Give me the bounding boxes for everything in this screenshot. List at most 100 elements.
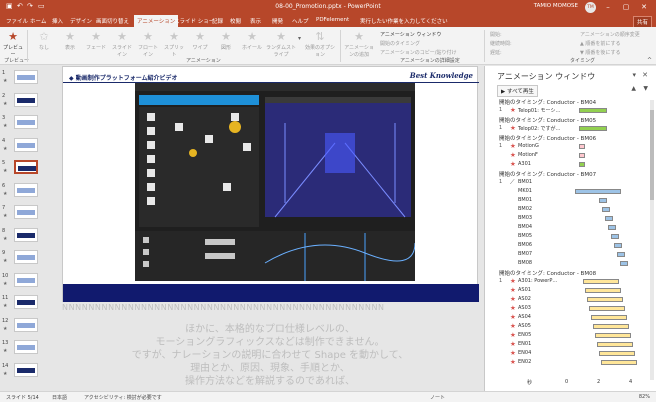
animation-pane-button[interactable]: アニメーション ウィンドウ [380,31,441,38]
trigger-group-label[interactable]: 開始のタイミング: Conductor - BM05 [499,116,596,124]
animation-item[interactable]: BM07 [499,251,649,259]
animation-split[interactable]: ★ スプリット [162,30,186,58]
tab-transitions[interactable]: 画面切り替え [96,17,129,25]
animation-item[interactable]: 1 ★ Telop01: モーシ… [499,106,649,115]
animation-item[interactable]: BM03 [499,215,649,223]
close-icon[interactable]: ✕ [638,2,650,13]
animation-item[interactable]: BM01 [499,197,649,205]
tab-review[interactable]: 校閲 [230,17,241,25]
timeline-bar[interactable] [587,297,623,302]
animation-item[interactable]: BM08 [499,260,649,268]
slide-thumbnail[interactable] [14,182,38,197]
timeline-bar[interactable] [617,252,625,257]
animation-fade[interactable]: ★ フェード [84,30,108,51]
animation-shape[interactable]: ★ 図形 [214,30,238,51]
tab-developer[interactable]: 開発 [272,17,283,25]
timeline-bar[interactable] [585,288,621,293]
tab-pdfelement[interactable]: PDFelement [316,17,349,23]
timeline-bar[interactable] [583,279,619,284]
move-down-icon[interactable]: ▼ [643,85,648,92]
preview-button[interactable]: ★ プレビュー [2,30,24,58]
slide-thumbnail[interactable] [14,317,38,332]
animation-item[interactable]: BM02 [499,206,649,214]
animation-item[interactable]: ★ EN04 [499,349,649,358]
animation-item[interactable]: BM05 [499,233,649,241]
timeline-bar[interactable] [593,324,629,329]
collapse-ribbon-icon[interactable]: ^ [647,57,652,64]
trigger-group-label[interactable]: 開始のタイミング: Conductor - BM07 [499,170,596,178]
animation-item[interactable]: BM04 [499,224,649,232]
timeline-bar[interactable] [599,198,607,203]
slide-body-line-5[interactable]: 操作方法などを解説するのであれば、 [62,372,478,387]
move-earlier-button[interactable]: ▲ 順番を前にする [580,40,621,47]
timeline-bar[interactable] [605,216,613,221]
tab-help[interactable]: ヘルプ [292,17,309,25]
tab-record[interactable]: 記録 [212,17,223,25]
trigger-group-label[interactable]: 開始のタイミング: Conductor - BM04 [499,98,596,106]
animation-item[interactable]: MK01 [499,188,649,196]
animation-item[interactable]: 1 ★ A301: PowerP… [499,277,649,286]
trigger-group-label[interactable]: 開始のタイミング: Conductor - BM08 [499,269,596,277]
animation-item[interactable]: ★ MotionF [499,151,649,160]
pane-options-icon[interactable]: ▾ [632,71,636,79]
animation-item[interactable]: ★ EN01 [499,340,649,349]
animation-painter-button[interactable]: アニメーションのコピー/貼り付け [380,49,457,56]
timeline-bar[interactable] [579,162,585,167]
timeline-bar[interactable] [595,333,631,338]
tab-animations[interactable]: アニメーション [134,15,179,27]
animation-item[interactable]: 1 ★ Telop02: ですが… [499,124,649,133]
slide-thumbnail[interactable] [14,160,38,174]
maximize-icon[interactable]: ▢ [620,2,632,13]
animation-item[interactable]: ★ AS04 [499,313,649,322]
timeline-bar[interactable] [579,108,607,113]
tab-view[interactable]: 表示 [250,17,261,25]
slide-title[interactable]: ◆ 動画制作プラットフォーム紹介ビデオ [69,73,178,82]
embedded-video-screenshot[interactable] [135,83,416,281]
avatar[interactable]: TM [585,2,596,13]
slide-thumbnail[interactable] [14,227,38,242]
effect-options-button[interactable]: ⇅ 効果のオプション [304,30,336,58]
animation-none[interactable]: ✩ なし [32,30,56,51]
slide-thumbnail[interactable] [14,92,38,107]
slide-thumbnail[interactable] [14,340,38,354]
animation-appear[interactable]: ★ 表示 [58,30,82,51]
animation-item[interactable]: ★ EN05 [499,331,649,340]
animation-wipe[interactable]: ★ ワイプ [188,30,212,51]
notes-button[interactable]: ノート [430,394,445,401]
tab-design[interactable]: デザイン [70,17,92,25]
animation-random[interactable]: ★ ランダムストライプ [266,30,296,58]
language-indicator[interactable]: 日本語 [52,394,67,401]
trigger-button[interactable]: 開始のタイミング [380,40,420,47]
animation-item[interactable]: ★ A301 [499,160,649,169]
slide-thumbnail[interactable] [14,115,38,129]
slide-thumbnail[interactable] [14,295,38,309]
minimize-icon[interactable]: – [602,2,614,13]
timeline-bar[interactable] [579,126,607,131]
gallery-more-icon[interactable]: ▾ [298,35,301,42]
animation-slidein[interactable]: ★ スライドイン [110,30,134,58]
tab-insert[interactable]: 挿入 [52,17,63,25]
zoom-level[interactable]: 82% [639,394,650,400]
slide-thumbnail[interactable] [14,70,38,84]
timeline-bar[interactable] [602,207,610,212]
timeline-bar[interactable] [597,342,633,347]
timeline-bar[interactable] [608,225,616,230]
close-icon[interactable]: ✕ [642,71,648,79]
slide-thumbnail[interactable] [14,205,38,219]
tell-me-search[interactable]: 実行したい作業を入力してください [360,17,448,25]
slide-canvas[interactable]: ◆ 動画制作プラットフォーム紹介ビデオ Best Knowledge [62,66,479,302]
timeline-bar[interactable] [575,189,621,194]
move-up-icon[interactable]: ▲ [631,85,636,92]
trigger-group-label[interactable]: 開始のタイミング: Conductor - BM06 [499,134,596,142]
tab-slideshow[interactable]: スライド ショー [174,17,214,25]
animation-item[interactable]: ★ AS01 [499,286,649,295]
play-all-button[interactable]: ▶ すべて再生 [497,85,538,97]
animation-floatin[interactable]: ★ フロートイン [136,30,160,58]
timeline-bar[interactable] [579,153,585,158]
timeline-bar[interactable] [599,351,635,356]
add-animation-button[interactable]: ★ アニメーションの追加 [344,30,374,58]
animation-wheel[interactable]: ★ ホイール [240,30,264,51]
timeline-bar[interactable] [589,306,625,311]
timeline-bar[interactable] [611,234,619,239]
animation-item[interactable]: 1 ⟋ BM01 [499,178,649,187]
